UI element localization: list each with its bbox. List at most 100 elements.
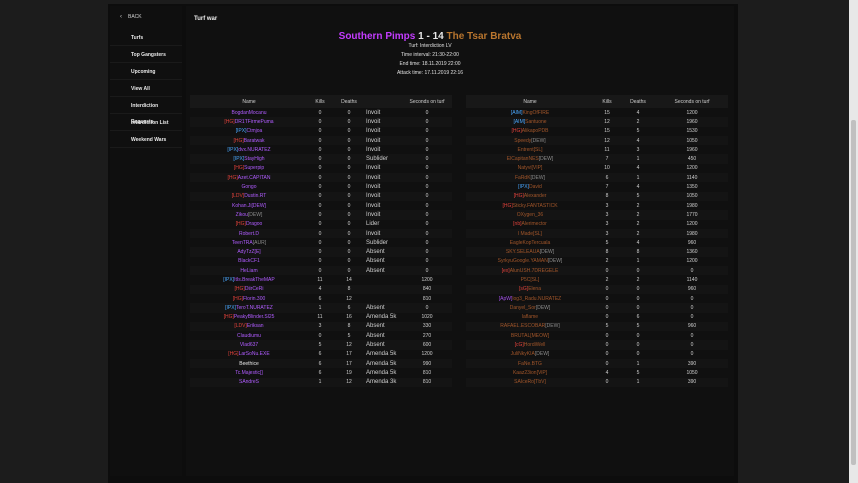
kills-cell: 0	[308, 117, 332, 127]
player-name-link[interactable]: SAndreS	[239, 379, 259, 385]
player-name-link[interactable]: l Made[SL]	[518, 231, 542, 237]
seconds-cell: 840	[402, 284, 452, 294]
player-name-link[interactable]: Alexander	[524, 193, 547, 199]
sidebar-item-upcoming[interactable]: Upcoming	[110, 64, 182, 80]
player-name-link[interactable]: Florin.300	[243, 296, 265, 302]
player-name-link[interactable]: Speedy	[514, 138, 531, 144]
player-name-link[interactable]: dvx.NURATEZ	[238, 147, 270, 153]
kills-cell: 2	[605, 276, 609, 283]
player-name-link[interactable]: Ctmjoa	[247, 128, 263, 134]
player-name-link[interactable]: Tc.Majestic[]	[235, 370, 263, 376]
player-name-link[interactable]: Alerimector	[522, 221, 547, 227]
player-name-link[interactable]: Zikou	[236, 212, 248, 218]
player-name-link[interactable]: ItIs.BreakTheMAP	[234, 277, 275, 283]
clan-tag: [DEW]	[547, 258, 563, 265]
player-name-link[interactable]: JuliNkyKIA	[511, 351, 535, 357]
rank-cell: Invoit	[366, 210, 402, 220]
defender-gang-name[interactable]: The Tsar Bratva	[446, 31, 521, 42]
player-name-link[interactable]: LarSoNu.EXE	[239, 351, 270, 357]
player-cell: [HG]Azet.CAPITAN	[190, 173, 308, 183]
kills-cell: 0	[605, 295, 609, 302]
player-cell: [IPX]dvx.NURATEZ	[190, 145, 308, 154]
player-name-link[interactable]: PeakyBlinder.Sl25	[234, 314, 275, 320]
player-name-link[interactable]: Gongo	[241, 184, 256, 190]
player-name-link[interactable]: RAFAEL.ESCOBAR	[500, 323, 545, 329]
player-cell: [IPX]StayHigh	[190, 154, 308, 164]
sidebar-item-top-gangsters[interactable]: Top Gangsters	[110, 47, 182, 63]
player-name-link[interactable]: AdyTzZ[E]	[237, 249, 260, 255]
player-name-link[interactable]: FaRdK	[515, 175, 531, 181]
kills-cell: 1	[308, 377, 332, 387]
player-name-link[interactable]: HeLiam	[240, 268, 257, 274]
table-row: Danyel_Sor[DEW] 0 0 0	[466, 303, 728, 313]
player-name-link[interactable]: P5C[SL]	[521, 277, 540, 283]
player-name-link[interactable]: Robert.D	[239, 231, 259, 237]
table-row: [HG]PeakyBlinder.Sl25 11 16 Amenda 5k 1020	[190, 313, 452, 322]
player-name-link[interactable]: ElCapitanNES	[507, 156, 539, 162]
sidebar-item-interdiction-requests[interactable]: Interdiction Requests	[110, 98, 182, 125]
player-name-link[interactable]: Baratwak	[244, 138, 265, 144]
player-name-link[interactable]: Dragoo	[246, 221, 262, 227]
player-name-link[interactable]: OXygen_36	[517, 212, 543, 218]
back-link[interactable]: ‹ BACK	[110, 10, 182, 24]
attacker-gang-name[interactable]: Southern Pimps	[339, 31, 416, 42]
player-name-link[interactable]: Natyvi[VIP]	[518, 165, 543, 171]
table-row: [IPX]dvx.NURATEZ 0 0 Invoit 0	[190, 145, 452, 154]
table-row: Speedy[DEW] 12 4 1050	[466, 135, 728, 146]
clan-tag: [IPX]	[235, 128, 247, 135]
rank-cell: Invoit	[366, 117, 402, 127]
sidebar-item-turfs[interactable]: Turfs	[110, 30, 182, 46]
deaths-cell: 4	[636, 239, 640, 246]
seconds-cell: 0	[402, 210, 452, 220]
player-name-link[interactable]: KingOfFIRE	[522, 110, 549, 116]
deaths-cell: 0	[620, 303, 656, 313]
player-name-link[interactable]: Santuone	[525, 119, 546, 125]
rank-cell: Invoit	[366, 145, 402, 154]
player-name-link[interactable]: Eriksan	[247, 323, 264, 329]
kills-cell: 12	[594, 135, 620, 146]
player-name-link[interactable]: Claudiumu	[237, 333, 261, 339]
player-name-link[interactable]: Sticky.FANTASTICK	[513, 203, 558, 209]
player-name-link[interactable]: DiirCeRi	[245, 286, 264, 292]
player-name-link[interactable]: TeroT.NURATEZ	[236, 305, 273, 311]
player-name-link[interactable]: Dustin.RT	[244, 193, 266, 199]
scrollbar-thumb[interactable]	[851, 120, 856, 465]
player-name-link[interactable]: SyrkyuGoogle.YAMAN	[498, 258, 548, 264]
player-name-link[interactable]: Beethice	[239, 361, 258, 367]
sidebar-item-view-all[interactable]: View All	[110, 81, 182, 97]
player-name-link[interactable]: Vlad637	[240, 342, 258, 348]
seconds-cell: 1200	[686, 165, 698, 172]
player-name-link[interactable]: Superpip	[244, 165, 264, 171]
player-name-link[interactable]: BRUTAL[MEOW]	[511, 333, 549, 339]
table-row: [AIM]Santuone 12 2 1960	[466, 117, 728, 127]
rank-label: Sublider	[366, 239, 389, 246]
clan-tag: [IPX]	[518, 184, 530, 191]
player-name-link[interactable]: AlunUSH.7DREGELE	[510, 268, 559, 274]
player-name-link[interactable]: TeenTRA	[232, 240, 253, 246]
sidebar-item-weekend-wars[interactable]: Weekend Wars	[110, 132, 182, 148]
player-name-link[interactable]: Entrent[SL]	[517, 147, 542, 153]
deaths-cell: 8	[620, 247, 656, 257]
player-name-link[interactable]: AlikapoPDB	[522, 128, 549, 134]
player-name-link[interactable]: Danyel_Sor	[510, 305, 536, 311]
player-name-link[interactable]: HordiWell	[524, 342, 546, 348]
player-name-link[interactable]: laflame	[522, 314, 538, 320]
player-name-link[interactable]: Kaaz23ion[ViP]	[513, 370, 547, 376]
seconds-cell: 990	[402, 359, 452, 369]
player-name-link[interactable]: EagleKopTercuala	[510, 240, 551, 246]
player-name-link[interactable]: StayHigh	[244, 156, 264, 162]
player-name-link[interactable]: SKY.SELEAUA	[506, 249, 540, 255]
player-name-link[interactable]: BlackCF1	[238, 258, 260, 264]
player-name-link[interactable]: FaNe.BTG	[518, 361, 542, 367]
seconds-cell: 1200	[686, 258, 698, 265]
player-name-link[interactable]: BogdanMocanu	[231, 110, 266, 116]
player-name-link[interactable]: Azet.CAPITAN	[238, 175, 271, 181]
player-name-link[interactable]: Elena	[528, 286, 541, 292]
player-name-link[interactable]: log3_Radu.NURATEZ	[512, 296, 561, 302]
sidebar-item-interdiction-list[interactable]: Interdiction List	[110, 115, 182, 131]
player-name-link[interactable]: SAIceRo[TbV]	[514, 379, 546, 385]
player-name-link[interactable]: DR1TFirmePuma	[235, 119, 274, 125]
player-name-link[interactable]: Kohan.Ji[DEW]	[232, 203, 266, 209]
player-name-link[interactable]: David	[529, 184, 542, 190]
table-row: RAFAEL.ESCOBAR[DEW] 5 5 960	[466, 321, 728, 332]
